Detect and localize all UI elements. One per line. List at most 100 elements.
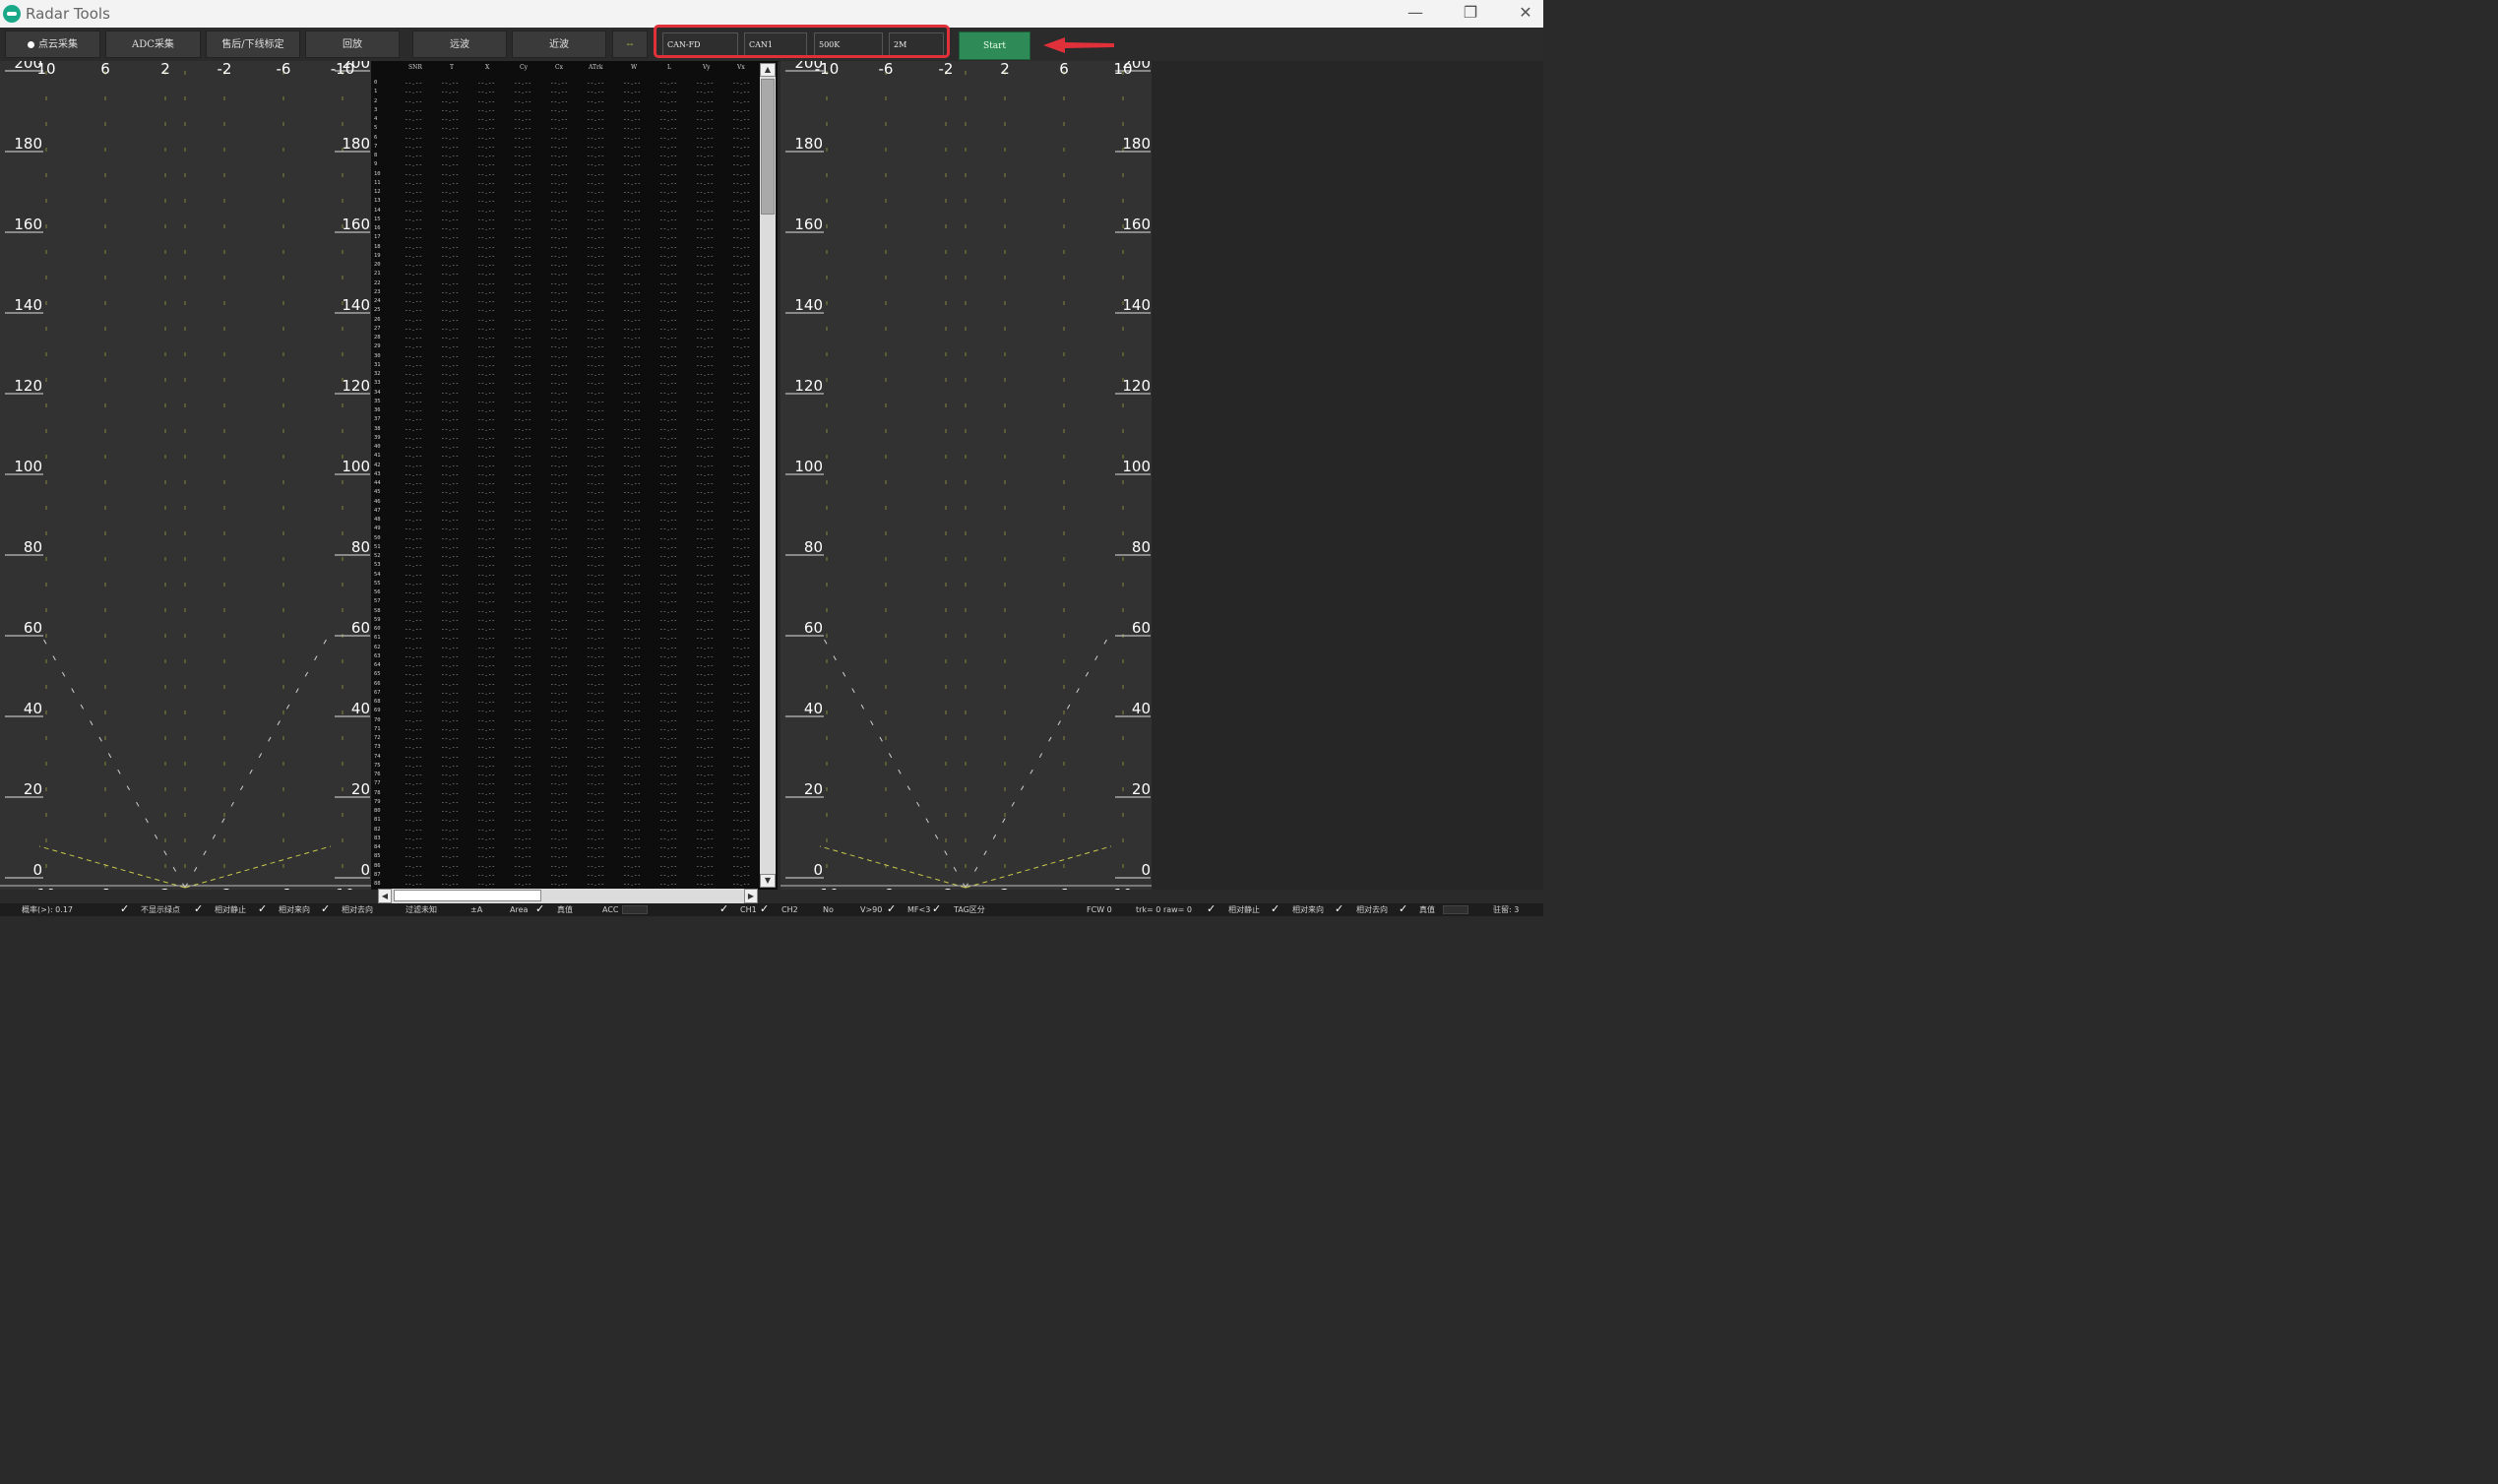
table-row[interactable]: 59 --.-- --.-- --.-- --.-- --.-- --.-- --.-- --.… [371,616,760,625]
table-row[interactable]: 55 --.-- --.-- --.-- --.-- --.-- --.-- --.-- --.… [371,580,760,588]
table-row[interactable]: 22 --.-- --.-- --.-- --.-- --.-- --.-- --.-- --.… [371,279,760,288]
table-row[interactable]: 5 --.-- --.-- --.-- --.-- --.-- --.-- --.-- --.-… [371,124,760,133]
close-button[interactable]: ✕ [1506,3,1545,25]
table-row[interactable]: 81 --.-- --.-- --.-- --.-- --.-- --.-- --.-- --.… [371,816,760,825]
table-row[interactable]: 44 --.-- --.-- --.-- --.-- --.-- --.-- --.-- --.… [371,479,760,488]
scroll-down-icon[interactable]: ▼ [760,874,776,888]
table-row[interactable]: 86 --.-- --.-- --.-- --.-- --.-- --.-- --.-- --.… [371,862,760,871]
table-row[interactable]: 56 --.-- --.-- --.-- --.-- --.-- --.-- --.-- --.… [371,588,760,597]
table-row[interactable]: 39 --.-- --.-- --.-- --.-- --.-- --.-- --.-- --.… [371,434,760,443]
table-row[interactable]: 48 --.-- --.-- --.-- --.-- --.-- --.-- --.-- --.… [371,516,760,525]
table-row[interactable]: 69 --.-- --.-- --.-- --.-- --.-- --.-- --.-- --.… [371,707,760,715]
check-icon[interactable]: ✓ [194,903,203,915]
table-row[interactable]: 8 --.-- --.-- --.-- --.-- --.-- --.-- --.-- --.-… [371,152,760,160]
table-row[interactable]: 77 --.-- --.-- --.-- --.-- --.-- --.-- --.-- --.… [371,779,760,788]
table-row[interactable]: 64 --.-- --.-- --.-- --.-- --.-- --.-- --.-- --.… [371,661,760,670]
table-row[interactable]: 49 --.-- --.-- --.-- --.-- --.-- --.-- --.-- --.… [371,525,760,533]
left-radar-plot[interactable]: 20 0 20 0 180 180 160 160 140 140 120 120 100 100 80 80… [0,61,371,890]
true-value-input[interactable] [1443,905,1468,914]
table-row[interactable]: 37 --.-- --.-- --.-- --.-- --.-- --.-- --.-- --.… [371,415,760,424]
table-row[interactable]: 12 --.-- --.-- --.-- --.-- --.-- --.-- --.-- --.… [371,188,760,197]
table-row[interactable]: 66 --.-- --.-- --.-- --.-- --.-- --.-- --.-- --.… [371,680,760,689]
table-row[interactable]: 21 --.-- --.-- --.-- --.-- --.-- --.-- --.-- --.… [371,270,760,278]
scroll-thumb[interactable] [761,79,775,215]
table-row[interactable]: 23 --.-- --.-- --.-- --.-- --.-- --.-- --.-- --.… [371,288,760,297]
table-row[interactable]: 72 --.-- --.-- --.-- --.-- --.-- --.-- --.-- --.… [371,734,760,743]
table-row[interactable]: 76 --.-- --.-- --.-- --.-- --.-- --.-- --.-- --.… [371,771,760,779]
table-row[interactable]: 29 --.-- --.-- --.-- --.-- --.-- --.-- --.-- --.… [371,342,760,351]
check-icon[interactable]: ✓ [258,903,267,915]
scroll-right-icon[interactable]: ▶ [744,889,758,903]
table-row[interactable]: 14 --.-- --.-- --.-- --.-- --.-- --.-- --.-- --.… [371,207,760,216]
check-icon[interactable]: ✓ [321,903,330,915]
table-row[interactable]: 25 --.-- --.-- --.-- --.-- --.-- --.-- --.-- --.… [371,306,760,315]
table-row[interactable]: 17 --.-- --.-- --.-- --.-- --.-- --.-- --.-- --.… [371,233,760,242]
table-row[interactable]: 60 --.-- --.-- --.-- --.-- --.-- --.-- --.-- --.… [371,625,760,634]
table-row[interactable]: 42 --.-- --.-- --.-- --.-- --.-- --.-- --.-- --.… [371,462,760,470]
table-row[interactable]: 62 --.-- --.-- --.-- --.-- --.-- --.-- --.-- --.… [371,644,760,652]
table-row[interactable]: 30 --.-- --.-- --.-- --.-- --.-- --.-- --.-- --.… [371,352,760,361]
right-radar-plot[interactable]: 20 0 20 0 180 180 160 160 140 140 120 120 100 100 80 80… [781,61,1152,890]
table-row[interactable]: 61 --.-- --.-- --.-- --.-- --.-- --.-- --.-- --.… [371,634,760,643]
table-row[interactable]: 70 --.-- --.-- --.-- --.-- --.-- --.-- --.-- --.… [371,716,760,725]
check-icon[interactable]: ✓ [1271,903,1280,915]
table-row[interactable]: 75 --.-- --.-- --.-- --.-- --.-- --.-- --.-- --.… [371,762,760,771]
table-row[interactable]: 54 --.-- --.-- --.-- --.-- --.-- --.-- --.-- --.… [371,571,760,580]
table-row[interactable]: 85 --.-- --.-- --.-- --.-- --.-- --.-- --.-- --.… [371,852,760,861]
table-row[interactable]: 78 --.-- --.-- --.-- --.-- --.-- --.-- --.-- --.… [371,789,760,798]
table-row[interactable]: 67 --.-- --.-- --.-- --.-- --.-- --.-- --.-- --.… [371,689,760,698]
table-row[interactable]: 71 --.-- --.-- --.-- --.-- --.-- --.-- --.-- --.… [371,725,760,734]
table-row[interactable]: 74 --.-- --.-- --.-- --.-- --.-- --.-- --.-- --.… [371,753,760,762]
table-row[interactable]: 45 --.-- --.-- --.-- --.-- --.-- --.-- --.-- --.… [371,488,760,497]
table-row[interactable]: 87 --.-- --.-- --.-- --.-- --.-- --.-- --.-- --.… [371,871,760,880]
table-row[interactable]: 15 --.-- --.-- --.-- --.-- --.-- --.-- --.-- --.… [371,216,760,224]
table-row[interactable]: 18 --.-- --.-- --.-- --.-- --.-- --.-- --.-- --.… [371,243,760,252]
table-row[interactable]: 41 --.-- --.-- --.-- --.-- --.-- --.-- --.-- --.… [371,452,760,461]
check-icon[interactable]: ✓ [887,903,896,915]
table-row[interactable]: 83 --.-- --.-- --.-- --.-- --.-- --.-- --.-- --.… [371,835,760,843]
table-row[interactable]: 20 --.-- --.-- --.-- --.-- --.-- --.-- --.-- --.… [371,261,760,270]
table-row[interactable]: 1 --.-- --.-- --.-- --.-- --.-- --.-- --.-- --.-… [371,88,760,96]
table-row[interactable]: 63 --.-- --.-- --.-- --.-- --.-- --.-- --.-- --.… [371,652,760,661]
table-row[interactable]: 7 --.-- --.-- --.-- --.-- --.-- --.-- --.-- --.-… [371,143,760,152]
acc-input[interactable] [622,905,648,914]
table-row[interactable]: 79 --.-- --.-- --.-- --.-- --.-- --.-- --.-- --.… [371,798,760,807]
check-icon[interactable]: ✓ [1399,903,1407,915]
check-icon[interactable]: ✓ [1207,903,1216,915]
table-horizontal-scrollbar[interactable]: ◀ ▶ [378,889,758,903]
table-row[interactable]: 57 --.-- --.-- --.-- --.-- --.-- --.-- --.-- --.… [371,597,760,606]
table-row[interactable]: 47 --.-- --.-- --.-- --.-- --.-- --.-- --.-- --.… [371,507,760,516]
table-row[interactable]: 73 --.-- --.-- --.-- --.-- --.-- --.-- --.-- --.… [371,743,760,752]
table-row[interactable]: 50 --.-- --.-- --.-- --.-- --.-- --.-- --.-- --.… [371,534,760,543]
table-row[interactable]: 6 --.-- --.-- --.-- --.-- --.-- --.-- --.-- --.-… [371,134,760,143]
check-icon[interactable]: ✓ [1335,903,1343,915]
table-row[interactable]: 9 --.-- --.-- --.-- --.-- --.-- --.-- --.-- --.-… [371,160,760,169]
far-wave-button[interactable]: 远波 [412,31,507,58]
adc-capture-button[interactable]: ADC采集 [105,31,201,58]
table-row[interactable]: 27 --.-- --.-- --.-- --.-- --.-- --.-- --.-- --.… [371,325,760,334]
scroll-left-icon[interactable]: ◀ [378,889,392,903]
table-row[interactable]: 11 --.-- --.-- --.-- --.-- --.-- --.-- --.-- --.… [371,179,760,188]
table-row[interactable]: 26 --.-- --.-- --.-- --.-- --.-- --.-- --.-- --.… [371,316,760,325]
cloud-capture-button[interactable]: 点云采集 [5,31,100,58]
scroll-up-icon[interactable]: ▲ [760,63,776,77]
table-row[interactable]: 82 --.-- --.-- --.-- --.-- --.-- --.-- --.-- --.… [371,826,760,835]
dash-button[interactable]: -- [612,31,648,58]
table-row[interactable]: 10 --.-- --.-- --.-- --.-- --.-- --.-- --.-- --.… [371,170,760,179]
table-row[interactable]: 51 --.-- --.-- --.-- --.-- --.-- --.-- --.-- --.… [371,543,760,552]
check-icon[interactable]: ✓ [932,903,941,915]
table-row[interactable]: 2 --.-- --.-- --.-- --.-- --.-- --.-- --.-- --.-… [371,97,760,106]
table-row[interactable]: 84 --.-- --.-- --.-- --.-- --.-- --.-- --.-- --.… [371,843,760,852]
table-vertical-scrollbar[interactable]: ▲ ▼ [760,63,776,888]
restore-button[interactable]: ❐ [1451,3,1490,25]
table-row[interactable]: 40 --.-- --.-- --.-- --.-- --.-- --.-- --.-- --.… [371,443,760,452]
table-row[interactable]: 31 --.-- --.-- --.-- --.-- --.-- --.-- --.-- --.… [371,361,760,370]
table-row[interactable]: 88 --.-- --.-- --.-- --.-- --.-- --.-- --.-- --.… [371,880,760,889]
table-row[interactable]: 34 --.-- --.-- --.-- --.-- --.-- --.-- --.-- --.… [371,389,760,398]
table-row[interactable]: 4 --.-- --.-- --.-- --.-- --.-- --.-- --.-- --.-… [371,115,760,124]
table-row[interactable]: 52 --.-- --.-- --.-- --.-- --.-- --.-- --.-- --.… [371,552,760,561]
table-row[interactable]: 36 --.-- --.-- --.-- --.-- --.-- --.-- --.-- --.… [371,406,760,415]
horizontal-scroll-thumb[interactable] [394,890,541,901]
calibration-button[interactable]: 售后/下线标定 [206,31,300,58]
table-row[interactable]: 53 --.-- --.-- --.-- --.-- --.-- --.-- --.-- --.… [371,561,760,570]
